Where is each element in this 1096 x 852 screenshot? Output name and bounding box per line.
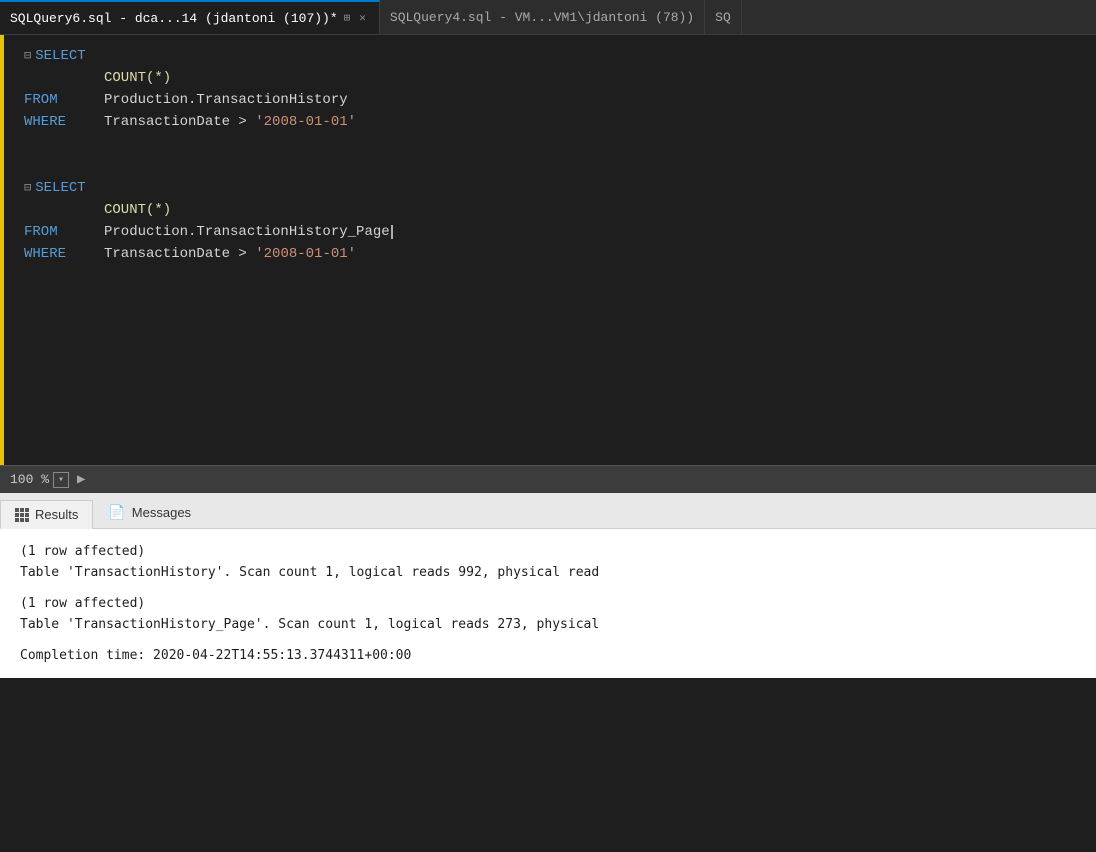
q2-from-line: FROM Production.TransactionHistory_Page — [24, 221, 1096, 243]
tab-sq-label: SQ — [715, 10, 731, 25]
q1-select-kw: SELECT — [35, 45, 85, 67]
tab-messages-label: Messages — [132, 505, 191, 520]
msg-line-5: Completion time: 2020-04-22T14:55:13.374… — [20, 645, 1076, 666]
msg-blank-1 — [20, 583, 1076, 593]
q2-count-fn: COUNT(*) — [104, 199, 171, 221]
tab-messages[interactable]: 📄 Messages — [93, 497, 206, 528]
q2-select-kw: SELECT — [35, 177, 85, 199]
messages-content: (1 row affected) Table 'TransactionHisto… — [0, 529, 1096, 678]
grid-icon — [15, 508, 29, 522]
q1-where-line: WHERE TransactionDate > '2008-01-01' — [24, 111, 1096, 133]
q2-where-str: '2008-01-01' — [255, 243, 356, 265]
tab-results[interactable]: Results — [0, 500, 93, 529]
q1-from-val: Production.TransactionHistory — [104, 89, 348, 111]
close-icon[interactable]: ✕ — [356, 10, 369, 26]
collapse-icon-2[interactable]: ⊟ — [24, 177, 31, 199]
collapse-icon-1[interactable]: ⊟ — [24, 45, 31, 67]
q1-where-kw: WHERE — [24, 111, 104, 133]
q2-from-val: Production.TransactionHistory_Page — [104, 221, 390, 243]
tab-results-label: Results — [35, 507, 78, 522]
blank-line-1 — [24, 133, 1096, 155]
q2-where-val: TransactionDate > — [104, 243, 255, 265]
tab-query6[interactable]: SQLQuery6.sql - dca...14 (jdantoni (107)… — [0, 0, 380, 34]
blank-line-2 — [24, 155, 1096, 177]
tab-sq[interactable]: SQ — [705, 0, 742, 34]
msg-line-4: Table 'TransactionHistory_Page'. Scan co… — [20, 614, 1076, 635]
q1-count-line: COUNT(*) — [24, 67, 1096, 89]
q2-count-line: COUNT(*) — [24, 199, 1096, 221]
scroll-right-icon[interactable]: ▶ — [77, 471, 85, 488]
q1-from-kw: FROM — [24, 89, 104, 111]
tab-query6-label: SQLQuery6.sql - dca...14 (jdantoni (107)… — [10, 11, 338, 26]
zoom-level: 100 % — [10, 472, 49, 487]
q1-count-fn: COUNT(*) — [104, 67, 171, 89]
q1-from-line: FROM Production.TransactionHistory — [24, 89, 1096, 111]
messages-icon: 📄 — [108, 504, 125, 521]
zoom-bar: 100 % ▾ ▶ — [0, 465, 1096, 493]
msg-line-3: (1 row affected) — [20, 593, 1076, 614]
msg-blank-2 — [20, 635, 1076, 645]
msg-line-2: Table 'TransactionHistory'. Scan count 1… — [20, 562, 1076, 583]
q2-where-kw: WHERE — [24, 243, 104, 265]
zoom-dropdown[interactable]: ▾ — [53, 472, 69, 488]
code-editor[interactable]: ⊟ SELECT COUNT(*) FROM Production.Transa… — [4, 35, 1096, 465]
editor-area: ⊟ SELECT COUNT(*) FROM Production.Transa… — [0, 35, 1096, 465]
results-panel: Results 📄 Messages (1 row affected) Tabl… — [0, 493, 1096, 678]
results-tab-bar: Results 📄 Messages — [0, 493, 1096, 529]
tab-bar: SQLQuery6.sql - dca...14 (jdantoni (107)… — [0, 0, 1096, 35]
q1-select-line: ⊟ SELECT — [24, 45, 1096, 67]
zoom-dropdown-arrow: ▾ — [58, 474, 64, 486]
q2-from-kw: FROM — [24, 221, 104, 243]
text-cursor — [391, 225, 393, 239]
tab-query4-label: SQLQuery4.sql - VM...VM1\jdantoni (78)) — [390, 10, 694, 25]
q2-select-line: ⊟ SELECT — [24, 177, 1096, 199]
pin-icon[interactable]: ⊞ — [344, 11, 351, 25]
q2-where-line: WHERE TransactionDate > '2008-01-01' — [24, 243, 1096, 265]
msg-line-1: (1 row affected) — [20, 541, 1076, 562]
q1-where-str: '2008-01-01' — [255, 111, 356, 133]
tab-query4[interactable]: SQLQuery4.sql - VM...VM1\jdantoni (78)) — [380, 0, 705, 34]
q1-where-val: TransactionDate > — [104, 111, 255, 133]
